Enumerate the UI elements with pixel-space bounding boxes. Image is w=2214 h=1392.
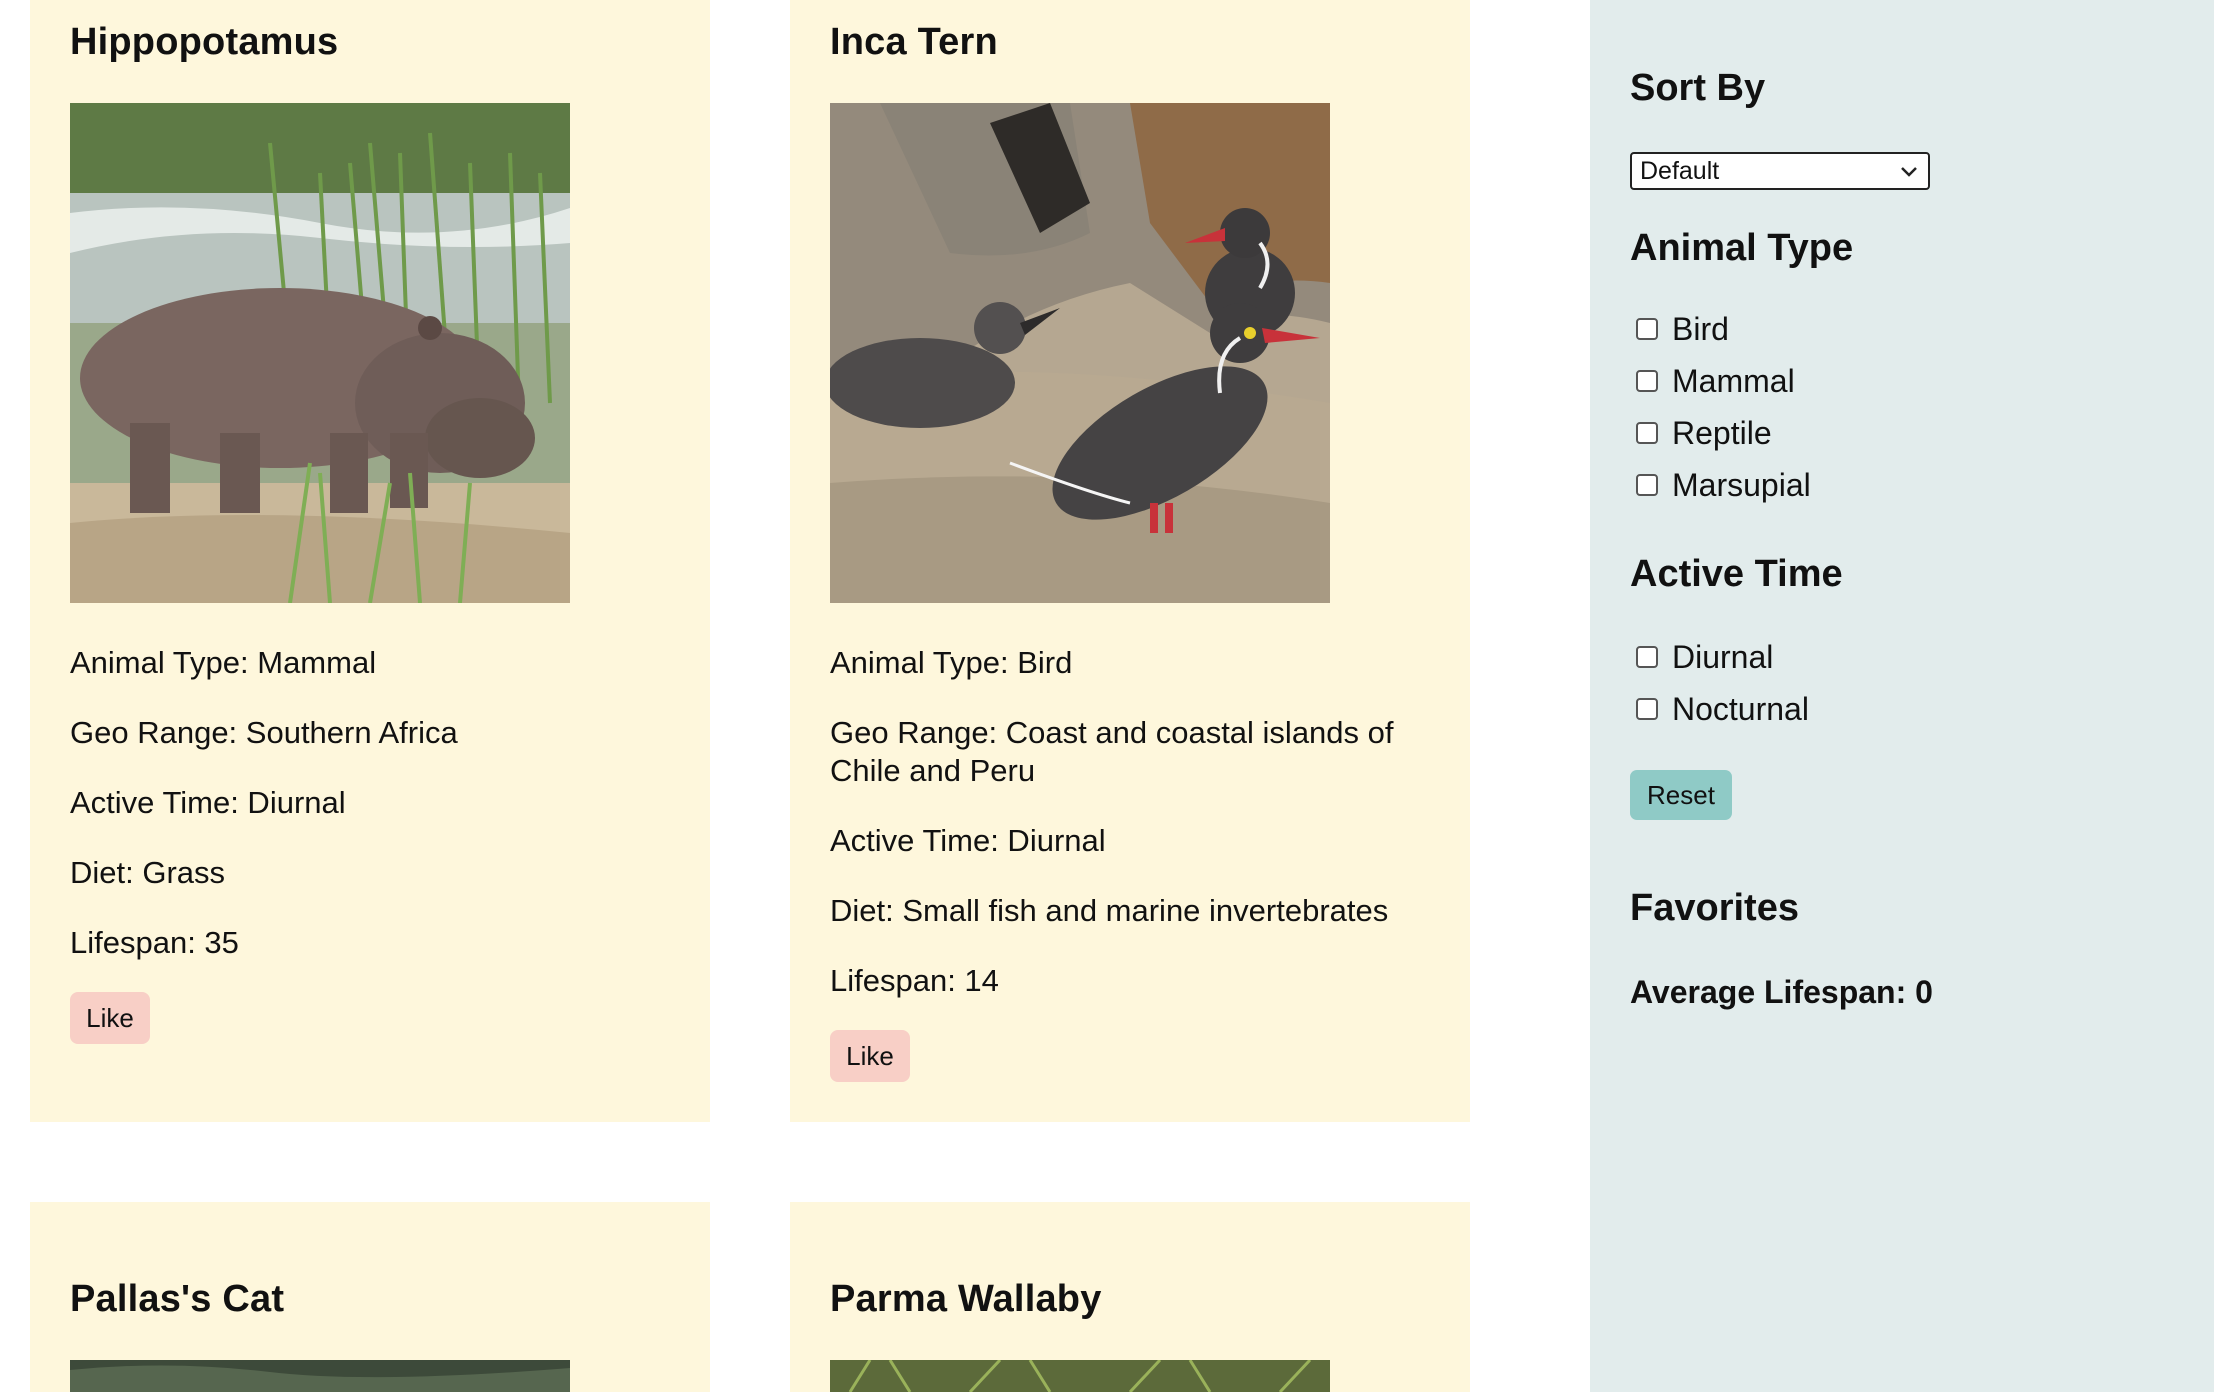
reset-button[interactable]: Reset	[1630, 770, 1732, 820]
active-time: Active Time: Diurnal	[70, 785, 346, 820]
animal-type: Animal Type: Mammal	[70, 645, 377, 680]
animal-type: Animal Type: Bird	[830, 645, 1073, 680]
hippopotamus-photo	[70, 103, 570, 603]
card-title: Pallas's Cat	[70, 1278, 285, 1320]
checkbox-label: Diurnal	[1672, 638, 1774, 675]
animal-card-inca-tern: Inca Tern Animal Type: Bird Geo Range: C…	[790, 0, 1470, 1122]
checkbox[interactable]	[1636, 474, 1658, 496]
checkbox[interactable]	[1636, 370, 1658, 392]
filter-sidebar: Sort By Default Animal Type Bird Mammal …	[1590, 0, 2214, 1392]
filter-mammal[interactable]: Mammal	[1636, 361, 1795, 401]
filter-marsupial[interactable]: Marsupial	[1636, 465, 1811, 505]
filter-reptile[interactable]: Reptile	[1636, 413, 1772, 453]
checkbox-label: Mammal	[1672, 362, 1795, 399]
favorites-heading: Favorites	[1630, 887, 1799, 929]
active-time: Active Time: Diurnal	[830, 823, 1106, 858]
geo-range: Geo Range: Southern Africa	[70, 715, 458, 750]
checkbox[interactable]	[1636, 318, 1658, 340]
geo-range-line-1: Geo Range: Coast and coastal islands of	[830, 715, 1394, 750]
sort-by-heading: Sort By	[1630, 67, 1766, 109]
lifespan: Lifespan: 35	[70, 925, 239, 960]
sort-select[interactable]: Default	[1630, 152, 1930, 190]
parma-wallaby-photo	[830, 1360, 1330, 1392]
active-time-heading: Active Time	[1630, 553, 1843, 595]
checkbox[interactable]	[1636, 422, 1658, 444]
like-button[interactable]: Like	[830, 1030, 910, 1082]
diet: Diet: Grass	[70, 855, 226, 890]
page: Hippopotamus Animal Type: Mammal Geo Ran…	[0, 0, 2214, 1392]
animal-card-parma-wallaby: Parma Wallaby	[790, 1202, 1470, 1392]
checkbox-label: Reptile	[1672, 414, 1772, 451]
average-lifespan: Average Lifespan: 0	[1630, 974, 1933, 1010]
pallas-cat-photo	[70, 1360, 570, 1392]
animal-card-hippopotamus: Hippopotamus Animal Type: Mammal Geo Ran…	[30, 0, 710, 1122]
geo-range-line-2: Chile and Peru	[830, 753, 1036, 788]
checkbox[interactable]	[1636, 698, 1658, 720]
checkbox-label: Bird	[1672, 310, 1729, 347]
filter-diurnal[interactable]: Diurnal	[1636, 637, 1773, 677]
lifespan: Lifespan: 14	[830, 963, 999, 998]
animal-type-heading: Animal Type	[1630, 227, 1854, 269]
animal-card-pallas-cat: Pallas's Cat	[30, 1202, 710, 1392]
checkbox-label: Marsupial	[1672, 466, 1811, 503]
like-button[interactable]: Like	[70, 992, 150, 1044]
card-title: Inca Tern	[830, 21, 998, 63]
filter-nocturnal[interactable]: Nocturnal	[1636, 689, 1809, 729]
checkbox[interactable]	[1636, 646, 1658, 668]
checkbox-label: Nocturnal	[1672, 690, 1809, 727]
filter-bird[interactable]: Bird	[1636, 309, 1729, 349]
chevron-down-icon	[1898, 158, 1920, 182]
diet: Diet: Small fish and marine invertebrate…	[830, 893, 1389, 928]
card-title: Parma Wallaby	[830, 1278, 1102, 1320]
sort-select-value: Default	[1640, 157, 1720, 185]
inca-tern-photo	[830, 103, 1330, 603]
card-title: Hippopotamus	[70, 21, 339, 63]
